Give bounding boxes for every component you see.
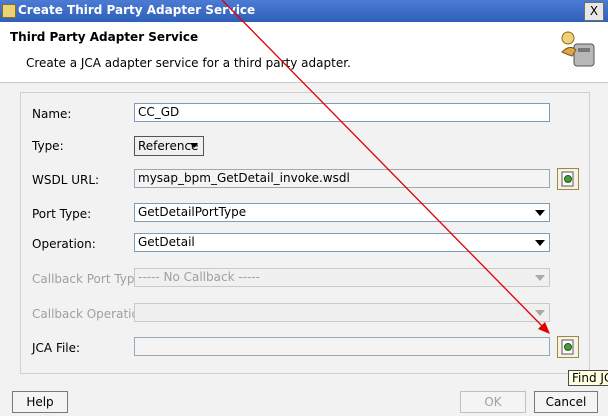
jca-file-label: JCA File: xyxy=(32,341,81,355)
callback-operation-label: Callback Operation: xyxy=(32,307,151,321)
callback-port-type-select[interactable]: ----- No Callback ----- xyxy=(134,268,550,287)
port-type-value: GetDetailPortType xyxy=(138,205,247,219)
close-button[interactable]: X xyxy=(584,2,604,21)
wsdl-url-label: WSDL URL: xyxy=(32,173,100,187)
operation-select[interactable]: GetDetail xyxy=(134,233,550,252)
callback-port-type-label: Callback Port Type: xyxy=(32,272,146,286)
help-button[interactable]: Help xyxy=(12,391,68,413)
chevron-down-icon xyxy=(535,275,545,281)
header-description: Create a JCA adapter service for a third… xyxy=(26,56,351,70)
jca-file-browse-button[interactable] xyxy=(557,336,579,358)
window-titlebar: Create Third Party Adapter Service X xyxy=(0,0,608,22)
wizard-header: Third Party Adapter Service Create a JCA… xyxy=(0,22,608,83)
type-dropdown[interactable]: Reference xyxy=(134,136,204,156)
find-jca-file-tooltip: Find JCA File xyxy=(568,370,608,386)
chevron-down-icon xyxy=(535,240,545,246)
callback-port-type-value: ----- No Callback ----- xyxy=(138,270,260,284)
chevron-down-icon xyxy=(190,143,198,148)
name-label: Name: xyxy=(32,107,72,121)
adapter-wizard-icon xyxy=(561,31,595,67)
find-file-icon xyxy=(561,339,574,355)
cancel-button[interactable]: Cancel xyxy=(534,391,598,413)
operation-label: Operation: xyxy=(32,237,96,251)
chevron-down-icon xyxy=(535,310,545,316)
port-type-select[interactable]: GetDetailPortType xyxy=(134,203,550,222)
ok-button[interactable]: OK xyxy=(460,391,526,413)
window-title: Create Third Party Adapter Service xyxy=(18,3,256,17)
jca-file-field[interactable] xyxy=(134,337,550,356)
operation-value: GetDetail xyxy=(138,235,195,249)
port-type-label: Port Type: xyxy=(32,207,92,221)
callback-operation-select[interactable] xyxy=(134,303,550,322)
find-file-icon xyxy=(561,171,574,187)
chevron-down-icon xyxy=(535,210,545,216)
wsdl-browse-button[interactable] xyxy=(557,168,579,190)
window-icon xyxy=(2,4,16,18)
name-input[interactable]: CC_GD xyxy=(134,103,550,122)
wsdl-url-field[interactable]: mysap_bpm_GetDetail_invoke.wsdl xyxy=(134,169,550,188)
header-title: Third Party Adapter Service xyxy=(10,30,199,44)
type-label: Type: xyxy=(32,139,64,153)
